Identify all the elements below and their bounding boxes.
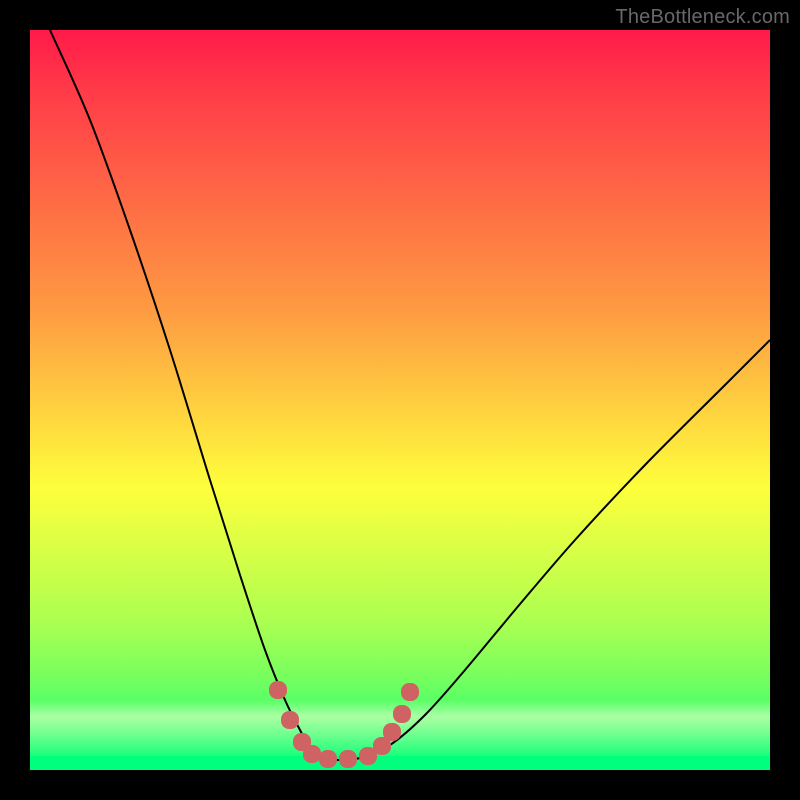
bottleneck-curve [50,30,770,760]
chart-frame: TheBottleneck.com [0,0,800,800]
valley-markers-group [269,681,419,768]
valley-marker [393,705,411,723]
bottom-green-strip [30,756,770,770]
valley-marker [293,733,311,751]
valley-marker [281,711,299,729]
valley-marker [401,683,419,701]
valley-marker [269,681,287,699]
valley-marker [383,723,401,741]
watermark-text: TheBottleneck.com [615,6,790,29]
chart-plot-area [30,30,770,770]
highlight-band [30,700,770,758]
valley-marker [373,737,391,755]
chart-svg [30,30,770,770]
